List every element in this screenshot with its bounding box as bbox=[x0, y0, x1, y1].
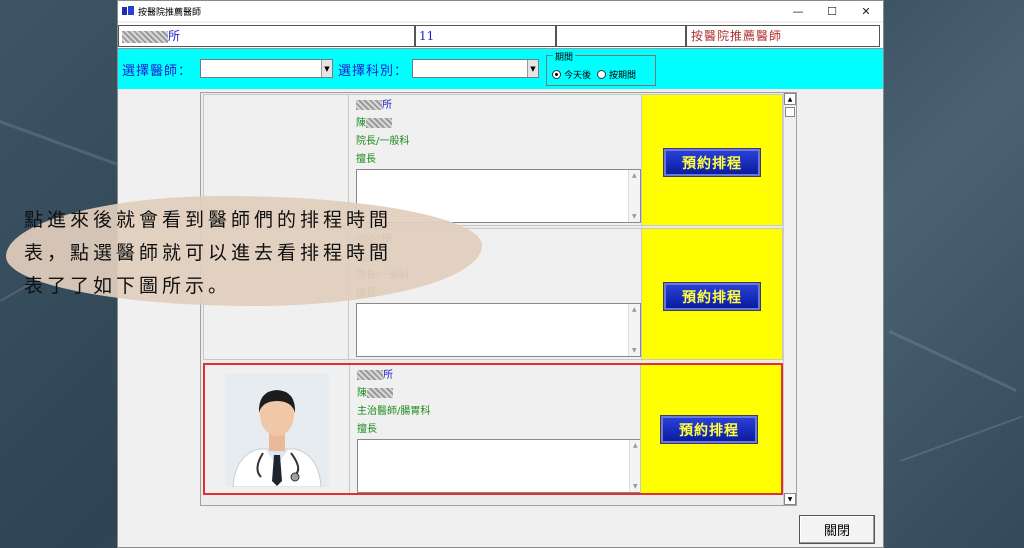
redacted-text bbox=[357, 370, 383, 380]
notes-scrollbar[interactable]: ▲ ▼ bbox=[628, 304, 640, 356]
radio-by-period-label[interactable]: 按期間 bbox=[609, 68, 636, 81]
background-line bbox=[900, 415, 1023, 462]
doctor-avatar-icon bbox=[225, 373, 329, 487]
booking-panel: 預約排程 bbox=[641, 229, 782, 359]
count-field: 11 bbox=[415, 25, 556, 47]
redacted-text bbox=[367, 388, 393, 398]
empty-field bbox=[556, 25, 686, 47]
doctor-card-selected[interactable]: 所 陳 主治醫師/腸胃科 擅長 ▲ ▼ 預約排程 bbox=[203, 363, 783, 495]
close-window-button[interactable]: ✕ bbox=[849, 1, 883, 21]
window-title: 按醫院推薦醫師 bbox=[138, 7, 202, 18]
annotation-line: 表，點選醫師就可以進去看排程時間 bbox=[24, 242, 393, 264]
redacted-text bbox=[356, 100, 382, 110]
radio-today-after-label[interactable]: 今天後 bbox=[564, 68, 591, 81]
background-line bbox=[888, 330, 1017, 392]
specialty-heading: 擅長 bbox=[357, 424, 377, 435]
period-legend: 期間 bbox=[553, 50, 576, 63]
close-button[interactable]: 關閉 bbox=[799, 515, 875, 544]
minimize-button[interactable]: — bbox=[781, 1, 815, 21]
booking-panel: 預約排程 bbox=[640, 365, 781, 493]
period-group: 期間 今天後 按期間 bbox=[546, 50, 656, 86]
doctor-name: 陳 bbox=[356, 118, 366, 129]
period-options: 今天後 按期間 bbox=[552, 68, 636, 81]
mode-label: 按醫院推薦醫師 bbox=[686, 25, 880, 47]
doctor-title: 院長/一般科 bbox=[356, 136, 410, 147]
chevron-down-icon[interactable]: ▼ bbox=[321, 60, 332, 77]
notes-scrollbar[interactable]: ▲ ▼ bbox=[628, 170, 640, 222]
radio-today-after[interactable] bbox=[552, 70, 561, 79]
radio-by-period[interactable] bbox=[597, 70, 607, 79]
doctor-photo bbox=[225, 373, 329, 487]
photo-column bbox=[205, 365, 350, 493]
doctor-notes[interactable]: ▲ ▼ bbox=[357, 439, 642, 493]
specialty-heading: 擅長 bbox=[356, 154, 376, 165]
doctor-select-label: 選擇醫師： bbox=[122, 64, 193, 79]
info-row: 所 11 按醫院推薦醫師 bbox=[118, 23, 883, 49]
redacted-text bbox=[366, 118, 392, 128]
book-schedule-button[interactable]: 預約排程 bbox=[663, 148, 761, 177]
booking-panel: 預約排程 bbox=[641, 95, 782, 225]
specialty-select-label: 選擇科別： bbox=[338, 64, 409, 79]
scroll-down-icon[interactable]: ▼ bbox=[784, 493, 796, 505]
specialty-select[interactable]: ▼ bbox=[412, 59, 539, 78]
book-schedule-button[interactable]: 預約排程 bbox=[660, 415, 758, 444]
annotation-line: 點進來後就會看到醫師們的排程時間 bbox=[24, 209, 393, 231]
chevron-down-icon[interactable]: ▼ bbox=[527, 60, 538, 77]
doctor-clinic: 所 bbox=[383, 370, 393, 381]
app-icon bbox=[122, 6, 134, 15]
list-scrollbar[interactable]: ▲ ▼ bbox=[783, 93, 796, 505]
scroll-thumb[interactable] bbox=[785, 107, 795, 117]
title-bar: 按醫院推薦醫師 — ☐ ✕ bbox=[118, 1, 883, 21]
window-controls: — ☐ ✕ bbox=[781, 1, 883, 21]
doctor-select[interactable]: ▼ bbox=[200, 59, 333, 78]
scroll-up-icon[interactable]: ▲ bbox=[784, 93, 796, 105]
annotation-text: 點進來後就會看到醫師們的排程時間 表，點選醫師就可以進去看排程時間 表了了如下圖… bbox=[24, 204, 464, 303]
doctor-info: 所 陳 主治醫師/腸胃科 擅長 bbox=[357, 367, 641, 439]
annotation-line: 表了了如下圖所示。 bbox=[24, 275, 232, 297]
doctor-notes[interactable]: ▲ ▼ bbox=[356, 303, 641, 357]
filter-bar: 選擇醫師： ▼ 選擇科別： ▼ 期間 今天後 按期間 bbox=[118, 49, 883, 89]
redacted-text bbox=[122, 30, 168, 43]
doctor-clinic: 所 bbox=[382, 100, 392, 111]
maximize-button[interactable]: ☐ bbox=[815, 1, 849, 21]
doctor-title: 主治醫師/腸胃科 bbox=[357, 406, 431, 417]
doctor-name: 陳 bbox=[357, 388, 367, 399]
clinic-name-field: 所 bbox=[118, 25, 415, 47]
book-schedule-button[interactable]: 預約排程 bbox=[663, 282, 761, 311]
doctor-info: 所 陳 院長/一般科 擅長 bbox=[356, 97, 640, 169]
